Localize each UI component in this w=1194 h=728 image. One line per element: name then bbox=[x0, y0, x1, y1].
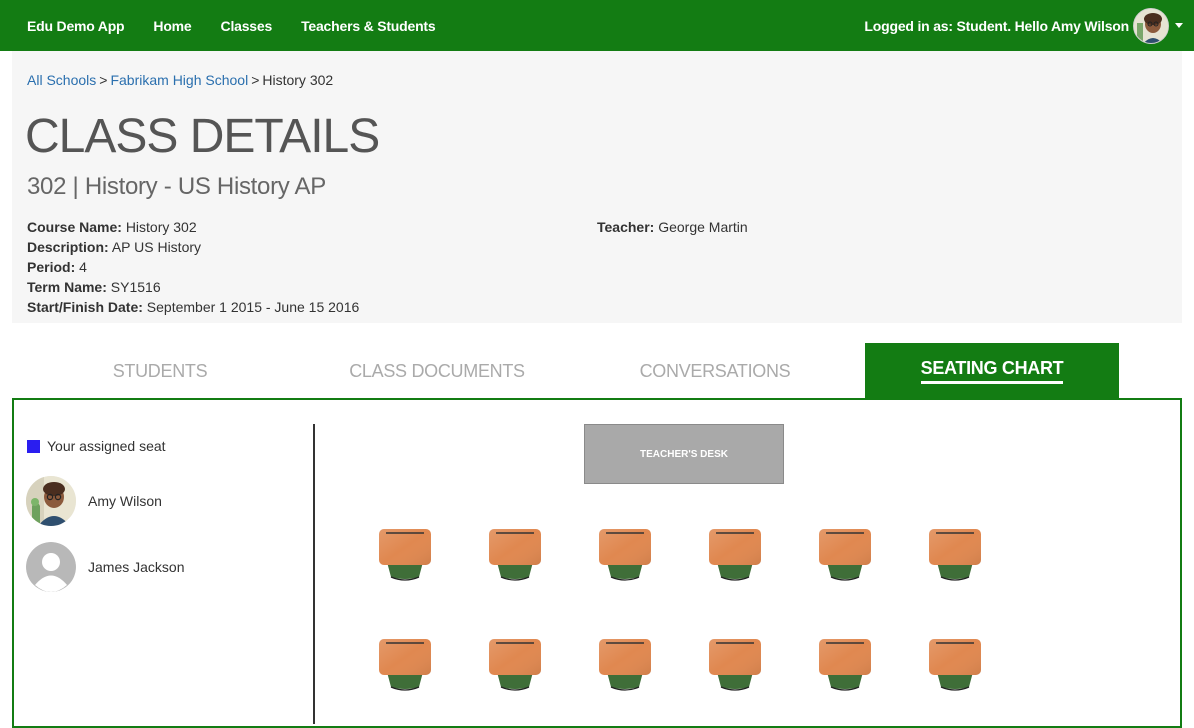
student-desk[interactable] bbox=[707, 638, 763, 692]
top-navbar: Edu Demo App Home Classes Teachers & Stu… bbox=[0, 0, 1194, 51]
breadcrumb-all-schools[interactable]: All Schools bbox=[27, 72, 96, 88]
term-row: Term Name: SY1516 bbox=[27, 277, 359, 297]
tab-label: STUDENTS bbox=[112, 360, 208, 381]
student-list-item[interactable]: Amy Wilson bbox=[26, 476, 162, 526]
student-desk[interactable] bbox=[597, 528, 653, 582]
student-name: James Jackson bbox=[88, 559, 185, 575]
seating-chart-panel: Your assigned seat Amy Wilson James Jack… bbox=[12, 398, 1182, 728]
student-desk[interactable] bbox=[707, 528, 763, 582]
dates-row: Start/Finish Date: September 1 2015 - Ju… bbox=[27, 297, 359, 317]
default-user-icon bbox=[26, 542, 76, 592]
panel-divider bbox=[313, 424, 315, 724]
student-avatar bbox=[26, 476, 76, 526]
legend-color-swatch bbox=[27, 439, 40, 453]
course-name-row: Course Name: History 302 bbox=[27, 217, 359, 237]
class-header: All Schools > Fabrikam High School > History… bbox=[12, 51, 1182, 323]
page-subtitle: 302 | History - US History AP bbox=[27, 173, 326, 200]
student-desk[interactable] bbox=[487, 528, 543, 582]
page-title: CLASS DETAILS bbox=[25, 110, 380, 163]
breadcrumb-separator: > bbox=[251, 72, 260, 88]
student-desk[interactable] bbox=[597, 638, 653, 692]
student-desk[interactable] bbox=[377, 528, 433, 582]
student-desk[interactable] bbox=[487, 638, 543, 692]
tab-label: SEATING CHART bbox=[920, 358, 1064, 384]
description-label: Description: bbox=[27, 239, 109, 255]
breadcrumb-school[interactable]: Fabrikam High School bbox=[110, 72, 248, 88]
tab-students[interactable]: STUDENTS bbox=[12, 343, 308, 399]
breadcrumb: All Schools > Fabrikam High School > History… bbox=[27, 72, 333, 88]
description-row: Description: AP US History bbox=[27, 237, 359, 257]
period-label: Period: bbox=[27, 259, 76, 275]
breadcrumb-separator: > bbox=[99, 72, 108, 88]
chevron-down-icon[interactable] bbox=[1175, 23, 1183, 28]
dates-label: Start/Finish Date: bbox=[27, 299, 143, 315]
period-value: 4 bbox=[79, 259, 87, 275]
assigned-seat-legend: Your assigned seat bbox=[27, 438, 166, 454]
tab-class-documents[interactable]: CLASS DOCUMENTS bbox=[308, 343, 566, 399]
student-desk[interactable] bbox=[817, 638, 873, 692]
student-desk[interactable] bbox=[927, 638, 983, 692]
student-desk[interactable] bbox=[377, 638, 433, 692]
login-status-text: Logged in as: Student. Hello Amy Wilson bbox=[864, 17, 1129, 34]
teacher-row: Teacher: George Martin bbox=[597, 217, 748, 237]
teacher-label: Teacher: bbox=[597, 219, 655, 235]
nav-home[interactable]: Home bbox=[153, 18, 191, 34]
course-name-label: Course Name: bbox=[27, 219, 122, 235]
class-tabs: STUDENTS CLASS DOCUMENTS CONVERSATIONS S… bbox=[12, 343, 1182, 399]
tab-seating-chart[interactable]: SEATING CHART bbox=[865, 343, 1119, 399]
brand-link[interactable]: Edu Demo App bbox=[27, 18, 125, 34]
teacher-desk-label: TEACHER'S DESK bbox=[640, 448, 728, 460]
legend-label: Your assigned seat bbox=[47, 438, 166, 454]
dates-value: September 1 2015 - June 15 2016 bbox=[146, 299, 360, 315]
tab-label: CONVERSATIONS bbox=[639, 360, 791, 381]
term-value: SY1516 bbox=[110, 279, 161, 295]
period-row: Period: 4 bbox=[27, 257, 359, 277]
description-value: AP US History bbox=[111, 239, 202, 255]
class-details: Course Name: History 302 Description: AP… bbox=[27, 217, 359, 317]
student-list-item[interactable]: James Jackson bbox=[26, 542, 184, 592]
nav-teachers-students[interactable]: Teachers & Students bbox=[301, 18, 436, 34]
teacher-desk: TEACHER'S DESK bbox=[584, 424, 784, 484]
student-desk[interactable] bbox=[927, 528, 983, 582]
student-desk[interactable] bbox=[817, 528, 873, 582]
tab-label: CLASS DOCUMENTS bbox=[349, 360, 525, 381]
term-label: Term Name: bbox=[27, 279, 107, 295]
teacher-value: George Martin bbox=[658, 219, 748, 235]
tab-conversations[interactable]: CONVERSATIONS bbox=[586, 343, 844, 399]
user-menu[interactable]: Logged in as: Student. Hello Amy Wilson bbox=[864, 0, 1194, 51]
breadcrumb-current: History 302 bbox=[262, 72, 334, 88]
course-name-value: History 302 bbox=[125, 219, 197, 235]
user-avatar[interactable] bbox=[1133, 7, 1169, 44]
student-name: Amy Wilson bbox=[88, 493, 162, 509]
nav-classes[interactable]: Classes bbox=[221, 18, 273, 34]
